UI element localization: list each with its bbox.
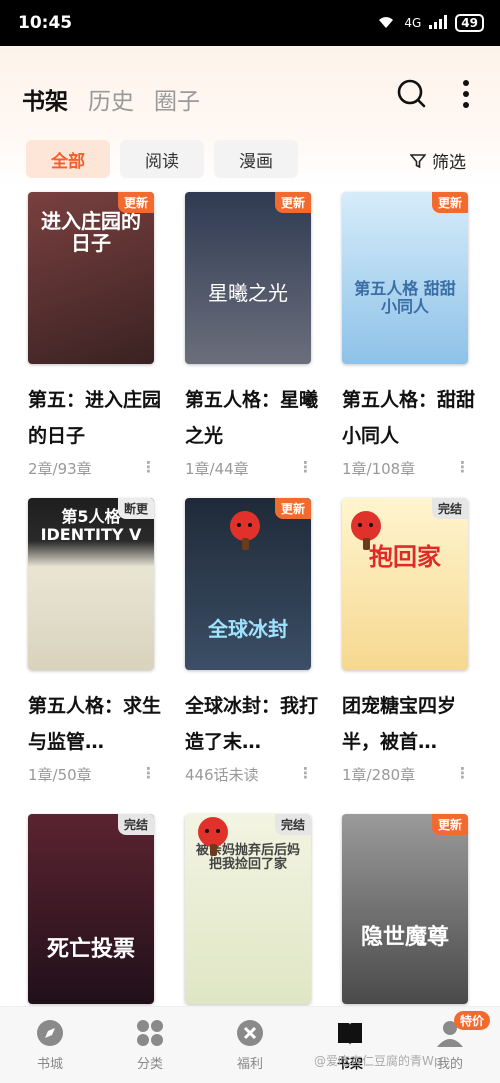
- table-tennis-mascot-icon: [198, 817, 228, 856]
- book-title[interactable]: 第五人格：甜甜小同人: [342, 382, 482, 454]
- status-badge: 更新: [274, 498, 311, 519]
- book-cover[interactable]: 全球冰封 更新: [185, 498, 311, 670]
- cover-text: 全球冰封: [208, 617, 288, 641]
- nav-profile[interactable]: 我的 特价: [400, 1007, 500, 1083]
- signal-icon: [429, 14, 448, 32]
- table-tennis-mascot-icon: [351, 511, 381, 550]
- nav-category[interactable]: 分类: [100, 1007, 200, 1083]
- book-cover[interactable]: 抱回家 完结: [342, 498, 468, 670]
- bookshelf-icon: [338, 1022, 362, 1045]
- cover-text: 第五人格 甜甜小同人: [354, 279, 456, 316]
- book-item[interactable]: 全球冰封 更新 全球冰封：我打造了末… 446话未读 ⋮: [185, 498, 333, 785]
- filter-icon: [410, 153, 426, 168]
- book-item[interactable]: 进入庄园的日子 更新 第五：进入庄园的日子 2章/93章 ⋮: [28, 192, 176, 479]
- header: 书架 历史 圈子 全部 阅读 漫画 筛选: [0, 46, 500, 186]
- chip-all[interactable]: 全部: [26, 140, 110, 178]
- search-icon[interactable]: [396, 78, 428, 110]
- nav-label: 书城: [36, 1056, 63, 1072]
- status-bar: 10:45 4G 49: [0, 0, 500, 46]
- tab-history[interactable]: 历史: [88, 82, 134, 116]
- book-menu-icon[interactable]: ⋮: [455, 764, 470, 785]
- chapter-progress: 1章/50章: [28, 766, 92, 784]
- book-item[interactable]: 被亲妈抛弃后后妈把我捡回了家 完结: [185, 814, 333, 1004]
- filter-button[interactable]: 筛选: [410, 148, 466, 173]
- cover-text: 死亡投票: [46, 937, 135, 962]
- battery-indicator: 49: [455, 14, 484, 32]
- book-cover[interactable]: 第五人格 甜甜小同人 更新: [342, 192, 468, 364]
- book-meta: 1章/50章 ⋮: [28, 764, 156, 785]
- book-menu-icon[interactable]: ⋮: [455, 458, 470, 479]
- nav-welfare[interactable]: 福利: [200, 1007, 300, 1083]
- cover-text: 隐世魔尊: [360, 925, 449, 950]
- book-item[interactable]: 死亡投票 完结: [28, 814, 176, 1004]
- nav-bookstore[interactable]: 书城: [0, 1007, 100, 1083]
- book-item[interactable]: 抱回家 完结 团宠糖宝四岁半，被首… 1章/280章 ⋮: [342, 498, 490, 785]
- nav-label: 分类: [136, 1056, 163, 1072]
- status-badge: 断更: [117, 498, 154, 519]
- bottom-nav: 书城 分类 福利 书架 我的 特价: [0, 1006, 500, 1083]
- book-title[interactable]: 团宠糖宝四岁半，被首…: [342, 688, 482, 760]
- grid-icon: [137, 1019, 163, 1046]
- nav-label: 福利: [236, 1056, 263, 1072]
- status-icons: 4G 49: [376, 14, 484, 33]
- book-meta: 446话未读 ⋮: [185, 764, 313, 785]
- book-meta: 1章/280章 ⋮: [342, 764, 470, 785]
- watermark: @爱吃杏仁豆腐的青Wp: [314, 1054, 442, 1068]
- book-cover[interactable]: 第5人格 IDENTITY V 断更: [28, 498, 154, 670]
- book-item[interactable]: 第5人格 IDENTITY V 断更 第五人格：求生与监管… 1章/50章 ⋮: [28, 498, 176, 785]
- book-item[interactable]: 第五人格 甜甜小同人 更新 第五人格：甜甜小同人 1章/108章 ⋮: [342, 192, 490, 479]
- top-tabs: 书架 历史 圈子: [22, 82, 200, 116]
- book-menu-icon[interactable]: ⋮: [141, 458, 156, 479]
- gift-icon: [237, 1019, 263, 1046]
- book-menu-icon[interactable]: ⋮: [298, 764, 313, 785]
- status-badge: 更新: [117, 192, 154, 213]
- more-options-icon[interactable]: [456, 78, 476, 110]
- book-meta: 1章/44章 ⋮: [185, 458, 313, 479]
- wifi-icon: [376, 14, 396, 33]
- book-cover[interactable]: 被亲妈抛弃后后妈把我捡回了家 完结: [185, 814, 311, 1004]
- status-badge: 完结: [431, 498, 468, 519]
- chapter-progress: 1章/108章: [342, 460, 416, 478]
- book-menu-icon[interactable]: ⋮: [298, 458, 313, 479]
- status-time: 10:45: [18, 13, 73, 33]
- chapter-progress: 2章/93章: [28, 460, 92, 478]
- book-item[interactable]: 隐世魔尊 更新: [342, 814, 490, 1004]
- chip-comics[interactable]: 漫画: [214, 140, 298, 178]
- table-tennis-mascot-icon: [230, 511, 260, 550]
- status-badge: 更新: [431, 192, 468, 213]
- network-label: 4G: [404, 16, 422, 30]
- book-item[interactable]: 星曦之光 更新 第五人格：星曦之光 1章/44章 ⋮: [185, 192, 333, 479]
- sale-badge: 特价: [453, 1011, 490, 1030]
- tab-bookshelf[interactable]: 书架: [22, 82, 68, 116]
- cover-text: 进入庄园的日子: [41, 209, 141, 255]
- book-cover[interactable]: 进入庄园的日子 更新: [28, 192, 154, 364]
- book-menu-icon[interactable]: ⋮: [141, 764, 156, 785]
- filter-chips: 全部 阅读 漫画: [26, 140, 298, 178]
- chapter-progress: 446话未读: [185, 766, 259, 784]
- book-meta: 2章/93章 ⋮: [28, 458, 156, 479]
- book-title[interactable]: 第五人格：星曦之光: [185, 382, 325, 454]
- book-meta: 1章/108章 ⋮: [342, 458, 470, 479]
- tab-circle[interactable]: 圈子: [154, 82, 200, 116]
- chapter-progress: 1章/44章: [185, 460, 249, 478]
- book-grid: 进入庄园的日子 更新 第五：进入庄园的日子 2章/93章 ⋮ 星曦之光 更新 第…: [0, 186, 500, 1006]
- status-badge: 更新: [274, 192, 311, 213]
- book-title[interactable]: 第五：进入庄园的日子: [28, 382, 168, 454]
- status-badge: 完结: [274, 814, 311, 835]
- chapter-progress: 1章/280章: [342, 766, 416, 784]
- book-cover[interactable]: 隐世魔尊 更新: [342, 814, 468, 1004]
- status-badge: 更新: [431, 814, 468, 835]
- book-title[interactable]: 第五人格：求生与监管…: [28, 688, 168, 760]
- filter-label: 筛选: [432, 153, 466, 173]
- book-title[interactable]: 全球冰封：我打造了末…: [185, 688, 325, 760]
- nav-bookshelf[interactable]: 书架: [300, 1007, 400, 1083]
- chip-reading[interactable]: 阅读: [120, 140, 204, 178]
- book-cover[interactable]: 星曦之光 更新: [185, 192, 311, 364]
- compass-icon: [37, 1019, 63, 1046]
- status-badge: 完结: [117, 814, 154, 835]
- book-cover[interactable]: 死亡投票 完结: [28, 814, 154, 1004]
- cover-text: 星曦之光: [208, 281, 288, 305]
